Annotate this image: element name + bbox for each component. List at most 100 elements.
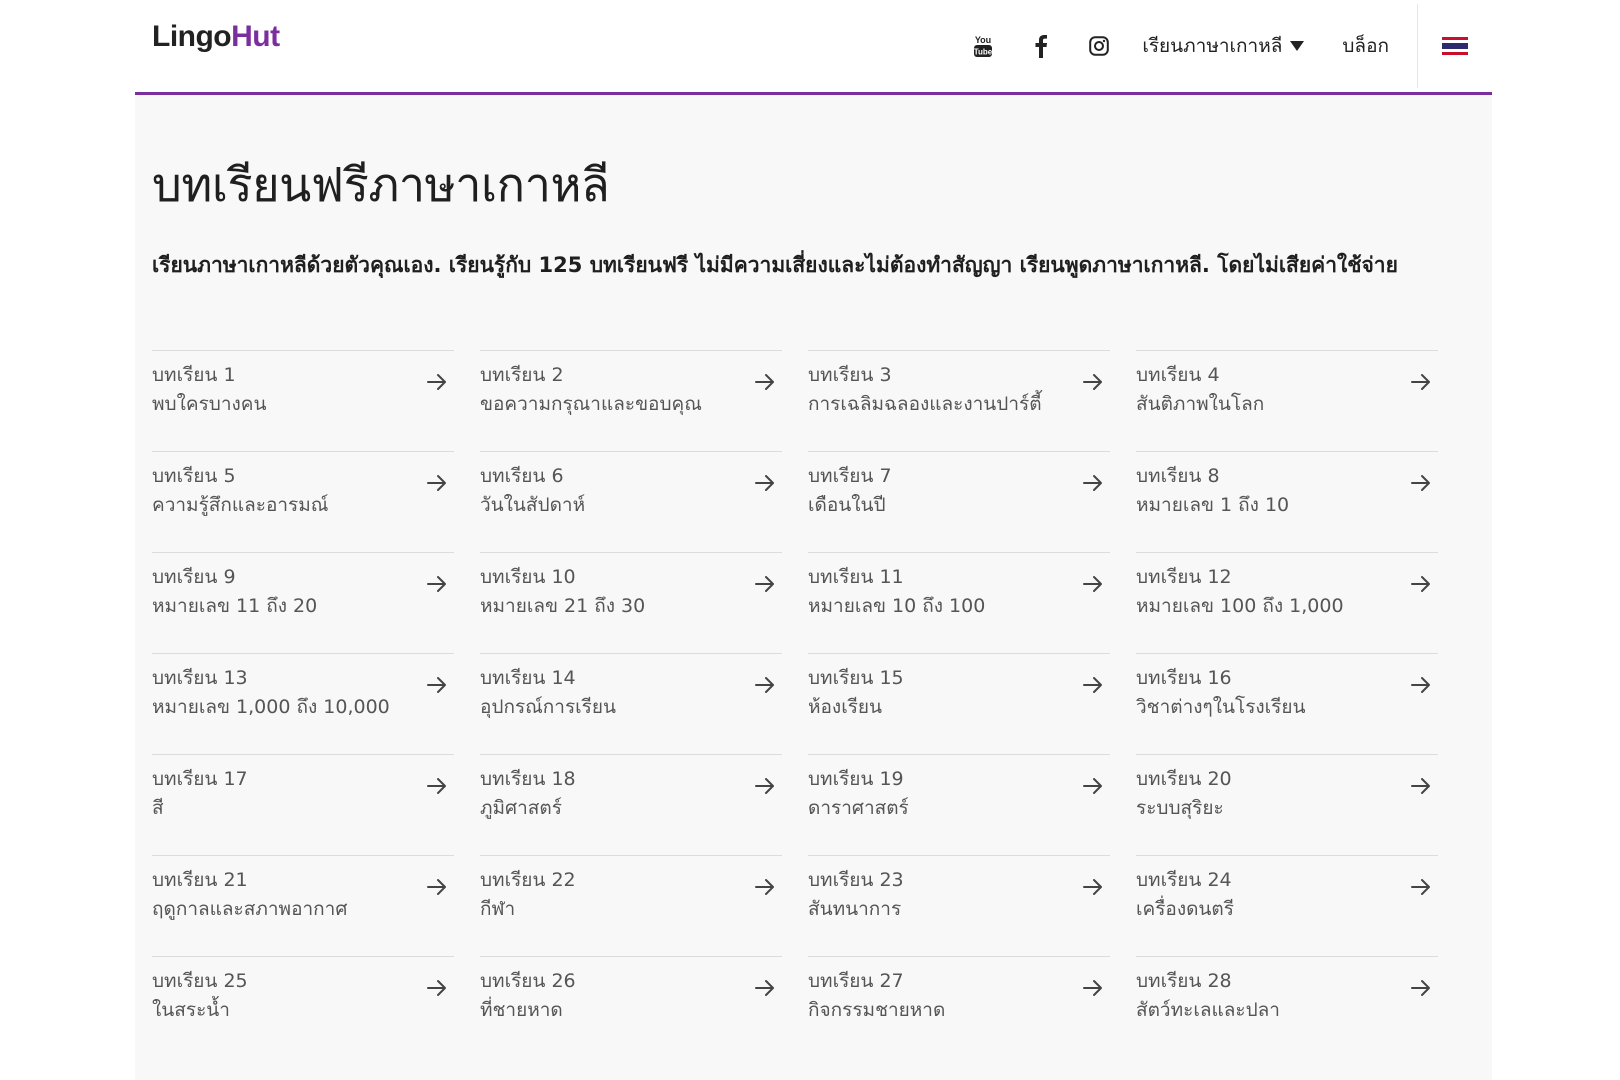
arrow-right-icon bbox=[427, 778, 446, 794]
lesson-title: วันในสัปดาห์ bbox=[480, 494, 586, 516]
lesson-title: ห้องเรียน bbox=[808, 696, 883, 718]
lesson-title: หมายเลข 100 ถึง 1,000 bbox=[1136, 595, 1344, 617]
arrow-right-icon bbox=[755, 576, 774, 592]
caret-down-icon bbox=[1290, 41, 1305, 51]
arrow-right-icon bbox=[1083, 980, 1102, 996]
page-title: บทเรียนฟรีภาษาเกาหลี bbox=[152, 158, 610, 213]
lesson-number: บทเรียน 20 bbox=[1136, 768, 1232, 790]
lesson-number: บทเรียน 12 bbox=[1136, 566, 1232, 588]
lesson-title: สันติภาพในโลก bbox=[1136, 393, 1265, 415]
lesson-card[interactable]: บทเรียน 14 อุปกรณ์การเรียน bbox=[480, 653, 782, 758]
youtube-icon[interactable]: You Tube bbox=[954, 26, 1012, 66]
lesson-card[interactable]: บทเรียน 27 กิจกรรมชายหาด bbox=[808, 956, 1110, 1061]
lesson-number: บทเรียน 6 bbox=[480, 465, 564, 487]
arrow-right-icon bbox=[427, 475, 446, 491]
lesson-card[interactable]: บทเรียน 20 ระบบสุริยะ bbox=[1136, 754, 1438, 859]
language-menu-label: เรียนภาษาเกาหลี bbox=[1142, 35, 1283, 57]
arrow-right-icon bbox=[755, 677, 774, 693]
arrow-right-icon bbox=[755, 879, 774, 895]
arrow-right-icon bbox=[427, 374, 446, 390]
lesson-title: หมายเลข 11 ถึง 20 bbox=[152, 595, 318, 617]
lesson-number: บทเรียน 4 bbox=[1136, 364, 1220, 386]
lesson-card[interactable]: บทเรียน 11 หมายเลข 10 ถึง 100 bbox=[808, 552, 1110, 657]
arrow-right-icon bbox=[1411, 576, 1430, 592]
lesson-title: สี bbox=[152, 797, 164, 819]
lesson-number: บทเรียน 15 bbox=[808, 667, 904, 689]
lesson-card[interactable]: บทเรียน 22 กีฬา bbox=[480, 855, 782, 960]
lesson-title: กิจกรรมชายหาด bbox=[808, 999, 946, 1021]
lesson-number: บทเรียน 17 bbox=[152, 768, 248, 790]
lesson-card[interactable]: บทเรียน 9 หมายเลข 11 ถึง 20 bbox=[152, 552, 454, 657]
lesson-number: บทเรียน 11 bbox=[808, 566, 904, 588]
lesson-card[interactable]: บทเรียน 28 สัตว์ทะเลและปลา bbox=[1136, 956, 1438, 1061]
lesson-card[interactable]: บทเรียน 10 หมายเลข 21 ถึง 30 bbox=[480, 552, 782, 657]
language-flag-button[interactable] bbox=[1418, 0, 1492, 92]
lesson-title: ขอความกรุณาและขอบคุณ bbox=[480, 393, 702, 415]
lesson-title: ภูมิศาสตร์ bbox=[480, 797, 562, 819]
lesson-number: บทเรียน 9 bbox=[152, 566, 236, 588]
lesson-card[interactable]: บทเรียน 24 เครื่องดนตรี bbox=[1136, 855, 1438, 960]
lesson-card[interactable]: บทเรียน 4 สันติภาพในโลก bbox=[1136, 350, 1438, 455]
lesson-number: บทเรียน 2 bbox=[480, 364, 564, 386]
instagram-icon[interactable] bbox=[1070, 26, 1128, 66]
lesson-card[interactable]: บทเรียน 6 วันในสัปดาห์ bbox=[480, 451, 782, 556]
lesson-number: บทเรียน 26 bbox=[480, 970, 576, 992]
lesson-card[interactable]: บทเรียน 17 สี bbox=[152, 754, 454, 859]
lesson-title: อุปกรณ์การเรียน bbox=[480, 696, 617, 718]
lesson-number: บทเรียน 7 bbox=[808, 465, 892, 487]
lesson-card[interactable]: บทเรียน 12 หมายเลข 100 ถึง 1,000 bbox=[1136, 552, 1438, 657]
arrow-right-icon bbox=[1083, 374, 1102, 390]
lesson-card[interactable]: บทเรียน 23 สันทนาการ bbox=[808, 855, 1110, 960]
logo-lingo: Lingo bbox=[152, 20, 232, 53]
arrow-right-icon bbox=[427, 677, 446, 693]
arrow-right-icon bbox=[1411, 677, 1430, 693]
lesson-number: บทเรียน 27 bbox=[808, 970, 904, 992]
lesson-number: บทเรียน 8 bbox=[1136, 465, 1220, 487]
lesson-title: การเฉลิมฉลองและงานปาร์ตี้ bbox=[808, 393, 1042, 415]
arrow-right-icon bbox=[427, 980, 446, 996]
arrow-right-icon bbox=[1083, 879, 1102, 895]
language-menu[interactable]: เรียนภาษาเกาหลี bbox=[1142, 31, 1305, 61]
lesson-card[interactable]: บทเรียน 2 ขอความกรุณาและขอบคุณ bbox=[480, 350, 782, 455]
site-header: LingoHut You Tube เรียนภาษาเกาหลี บล็อก bbox=[135, 0, 1492, 95]
arrow-right-icon bbox=[755, 475, 774, 491]
arrow-right-icon bbox=[1411, 879, 1430, 895]
lesson-card[interactable]: บทเรียน 26 ที่ชายหาด bbox=[480, 956, 782, 1061]
lesson-card[interactable]: บทเรียน 25 ในสระน้ำ bbox=[152, 956, 454, 1061]
lesson-number: บทเรียน 24 bbox=[1136, 869, 1232, 891]
lesson-card[interactable]: บทเรียน 1 พบใครบางคน bbox=[152, 350, 454, 455]
lesson-number: บทเรียน 13 bbox=[152, 667, 248, 689]
lesson-number: บทเรียน 19 bbox=[808, 768, 904, 790]
lesson-number: บทเรียน 23 bbox=[808, 869, 904, 891]
logo[interactable]: LingoHut bbox=[152, 20, 280, 54]
lesson-card[interactable]: บทเรียน 15 ห้องเรียน bbox=[808, 653, 1110, 758]
lesson-number: บทเรียน 21 bbox=[152, 869, 248, 891]
svg-text:Tube: Tube bbox=[974, 48, 993, 57]
lesson-card[interactable]: บทเรียน 18 ภูมิศาสตร์ bbox=[480, 754, 782, 859]
lesson-card[interactable]: บทเรียน 5 ความรู้สึกและอารมณ์ bbox=[152, 451, 454, 556]
intro-text: เรียนภาษาเกาหลีด้วยตัวคุณเอง. เรียนรู้กั… bbox=[152, 253, 1398, 277]
lesson-card[interactable]: บทเรียน 3 การเฉลิมฉลองและงานปาร์ตี้ bbox=[808, 350, 1110, 455]
lesson-number: บทเรียน 28 bbox=[1136, 970, 1232, 992]
lesson-title: สันทนาการ bbox=[808, 898, 902, 920]
lesson-title: ฤดูกาลและสภาพอากาศ bbox=[152, 898, 348, 920]
lesson-card[interactable]: บทเรียน 13 หมายเลข 1,000 ถึง 10,000 bbox=[152, 653, 454, 758]
blog-link[interactable]: บล็อก bbox=[1342, 31, 1389, 61]
arrow-right-icon bbox=[427, 576, 446, 592]
lesson-card[interactable]: บทเรียน 16 วิชาต่างๆในโรงเรียน bbox=[1136, 653, 1438, 758]
lesson-card[interactable]: บทเรียน 8 หมายเลข 1 ถึง 10 bbox=[1136, 451, 1438, 556]
lesson-number: บทเรียน 10 bbox=[480, 566, 576, 588]
svg-text:You: You bbox=[975, 35, 991, 45]
lesson-number: บทเรียน 3 bbox=[808, 364, 892, 386]
arrow-right-icon bbox=[1083, 576, 1102, 592]
arrow-right-icon bbox=[755, 778, 774, 794]
lesson-card[interactable]: บทเรียน 7 เดือนในปี bbox=[808, 451, 1110, 556]
lesson-card[interactable]: บทเรียน 19 ดาราศาสตร์ bbox=[808, 754, 1110, 859]
lesson-card[interactable]: บทเรียน 21 ฤดูกาลและสภาพอากาศ bbox=[152, 855, 454, 960]
arrow-right-icon bbox=[755, 374, 774, 390]
lesson-title: หมายเลข 1,000 ถึง 10,000 bbox=[152, 696, 390, 718]
arrow-right-icon bbox=[1411, 778, 1430, 794]
arrow-right-icon bbox=[1083, 677, 1102, 693]
facebook-icon[interactable] bbox=[1012, 26, 1070, 66]
arrow-right-icon bbox=[1083, 778, 1102, 794]
